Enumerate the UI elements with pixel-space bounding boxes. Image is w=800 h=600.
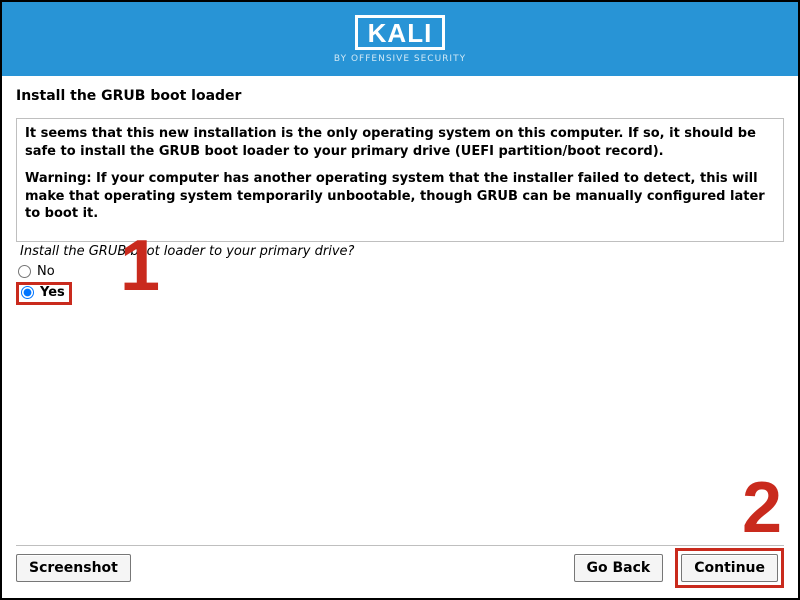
radio-yes-input[interactable] xyxy=(21,286,34,299)
footer-separator xyxy=(16,545,784,546)
logo-text: KALI xyxy=(368,20,433,46)
radio-no-input[interactable] xyxy=(18,265,31,278)
highlight-box-yes: Yes xyxy=(16,282,72,305)
info-panel: It seems that this new installation is t… xyxy=(16,118,784,242)
continue-button[interactable]: Continue xyxy=(681,554,778,582)
installer-header: KALI BY OFFENSIVE SECURITY xyxy=(2,2,798,76)
logo-subtitle: BY OFFENSIVE SECURITY xyxy=(334,54,466,64)
annotation-1: 1 xyxy=(120,230,160,302)
kali-logo: KALI xyxy=(355,15,446,50)
highlight-box-continue: Continue xyxy=(675,548,784,588)
go-back-button[interactable]: Go Back xyxy=(574,554,664,582)
radio-no-label: No xyxy=(37,264,55,279)
radio-yes-label: Yes xyxy=(40,285,65,300)
info-paragraph-1: It seems that this new installation is t… xyxy=(25,125,775,160)
footer-bar: Screenshot Go Back Continue xyxy=(16,548,784,588)
radio-option-yes[interactable]: Yes xyxy=(19,285,65,300)
screenshot-button[interactable]: Screenshot xyxy=(16,554,131,582)
page-title: Install the GRUB boot loader xyxy=(16,88,784,104)
annotation-2: 2 xyxy=(742,472,782,544)
info-paragraph-2: Warning: If your computer has another op… xyxy=(25,170,775,223)
